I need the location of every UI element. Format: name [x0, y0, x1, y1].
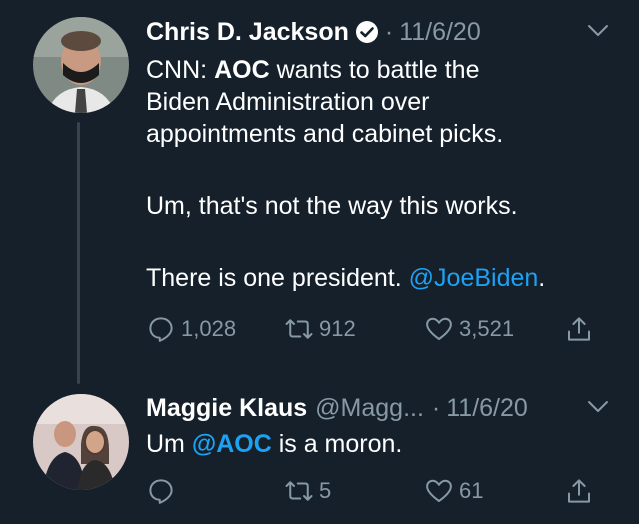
mention-link[interactable]: @JoeBiden — [409, 264, 539, 292]
author-handle[interactable]: @Magg... — [315, 394, 424, 423]
reply-button[interactable] — [146, 476, 181, 506]
share-icon — [568, 317, 590, 341]
retweet-button[interactable]: 5 — [284, 476, 331, 506]
separator-dot: · — [431, 393, 441, 422]
heart-icon — [426, 317, 452, 340]
avatar[interactable] — [33, 394, 129, 490]
tweet-line: Biden Administration over — [146, 88, 430, 116]
mention-link[interactable]: @AOC — [192, 430, 272, 458]
tweet-line: appointments and cabinet picks. — [146, 120, 504, 148]
text-segment: Um — [146, 430, 192, 458]
tweet-line: Um, that's not the way this works. — [146, 192, 518, 220]
profile-photo — [33, 17, 129, 113]
profile-photo — [33, 394, 129, 490]
tweet-header: Maggie Klaus @Magg... · 11/6/20 — [146, 390, 528, 426]
reply-icon — [149, 479, 173, 504]
bold-mention: AOC — [214, 56, 270, 84]
like-button[interactable]: 61 — [424, 476, 483, 506]
reply-count: 1,028 — [181, 316, 237, 341]
text-segment: is a moron. — [271, 430, 403, 458]
retweet-count: 5 — [319, 478, 332, 503]
share-button[interactable] — [564, 314, 594, 344]
tweet-line: Um @AOC is a moron. — [146, 428, 616, 460]
retweet-icon — [285, 481, 313, 501]
reply-button[interactable]: 1,028 — [146, 314, 236, 344]
separator-dot: · — [384, 17, 394, 46]
tweet-actions: 5 61 — [146, 476, 606, 512]
author-name[interactable]: Maggie Klaus — [146, 394, 307, 423]
text-segment: . — [538, 264, 546, 292]
thread-line — [77, 122, 80, 384]
tweet-text: CNN: AOC wants to battle the Biden Admin… — [146, 54, 616, 294]
text-segment: CNN: — [146, 56, 215, 84]
text-segment: wants to battle the — [269, 56, 480, 84]
author-name[interactable]: Chris D. Jackson — [146, 18, 349, 47]
retweet-count: 912 — [319, 316, 356, 341]
tweet-actions: 1,028 912 3,521 — [146, 314, 606, 350]
heart-icon — [426, 479, 452, 502]
reply-icon — [149, 317, 173, 342]
share-button[interactable] — [564, 476, 594, 506]
tweet-date[interactable]: 11/6/20 — [446, 394, 528, 423]
like-button[interactable]: 3,521 — [424, 314, 514, 344]
retweet-icon — [285, 319, 313, 339]
text-segment: There is one president. — [146, 264, 409, 292]
like-count: 3,521 — [459, 316, 515, 341]
verified-badge-icon — [355, 20, 379, 44]
tweet-date[interactable]: 11/6/20 — [399, 18, 481, 47]
avatar[interactable] — [33, 17, 129, 113]
share-icon — [568, 479, 590, 503]
chevron-down-icon[interactable] — [587, 400, 609, 419]
tweet-text: Um @AOC is a moron. — [146, 428, 616, 460]
like-count: 61 — [459, 478, 484, 503]
tweet-line: There is one president. @JoeBiden. — [146, 262, 616, 294]
retweet-button[interactable]: 912 — [284, 314, 356, 344]
chevron-down-icon[interactable] — [587, 24, 609, 43]
tweet-header: Chris D. Jackson · 11/6/20 — [146, 14, 481, 50]
tweet-line: CNN: AOC wants to battle the — [146, 54, 616, 86]
